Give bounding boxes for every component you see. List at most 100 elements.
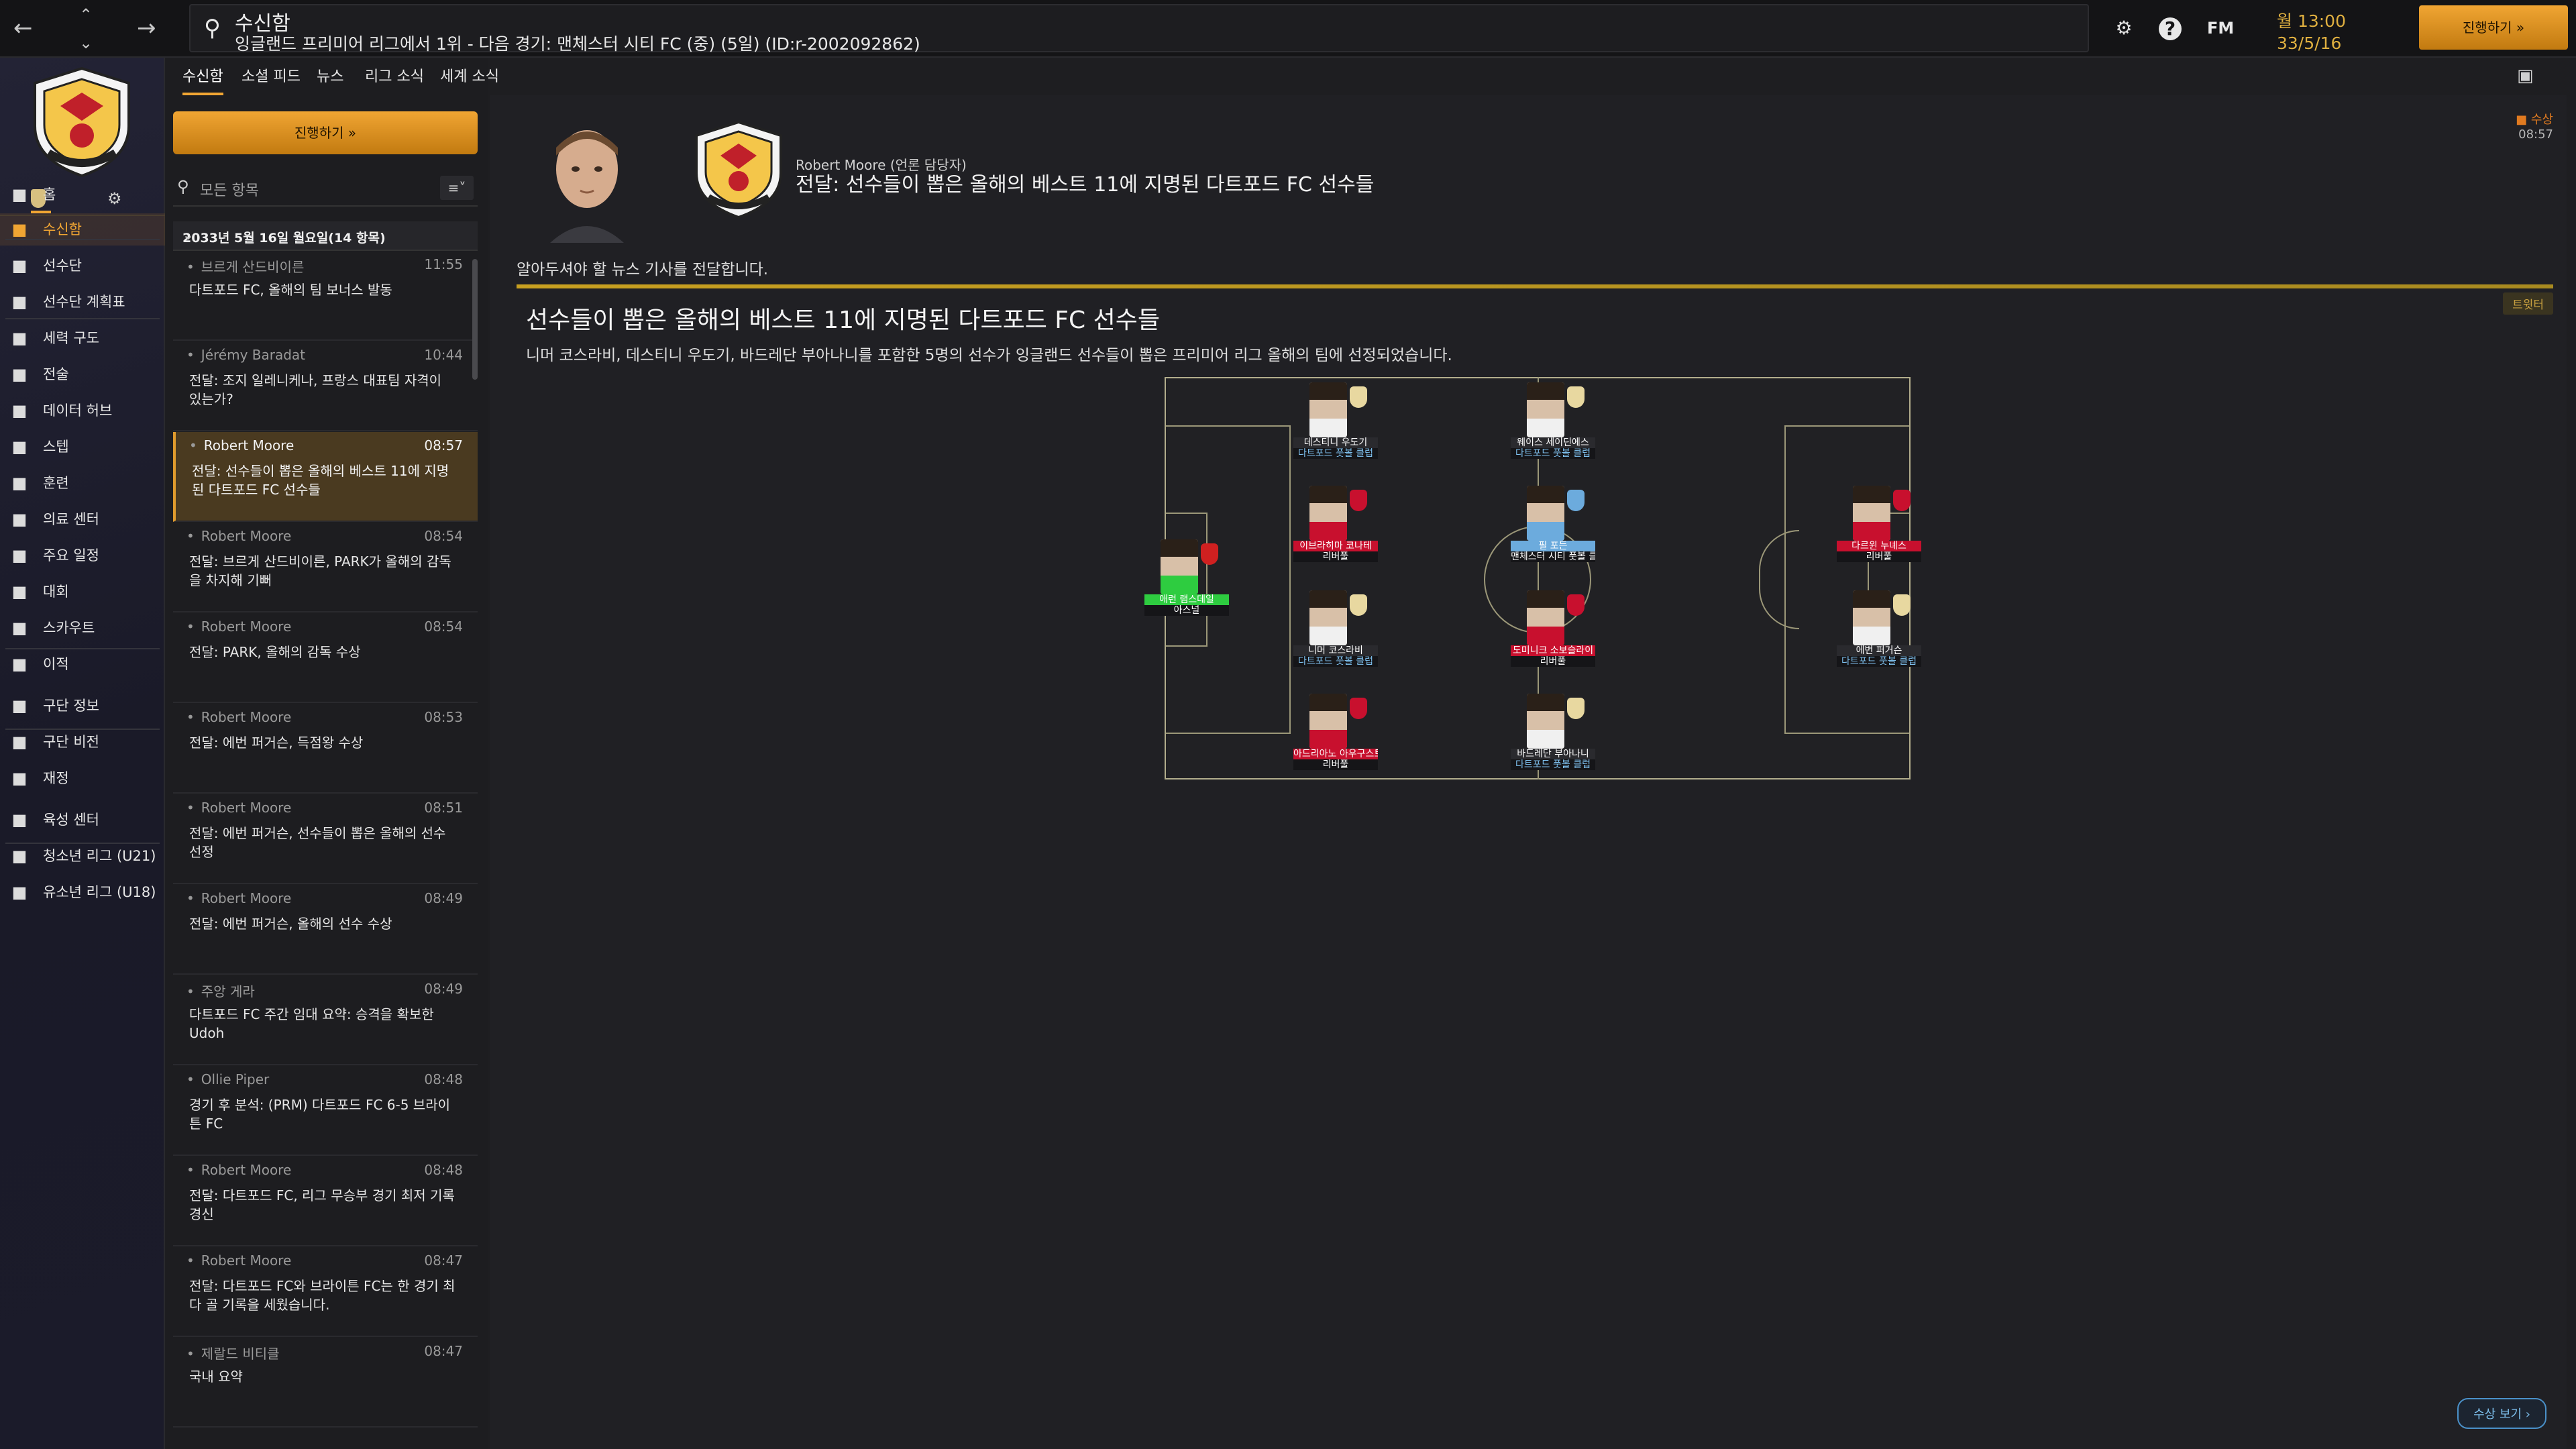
message-subject: 전달: 다트포드 FC와 브라이튼 FC는 한 경기 최다 골 기록을 세웠습니… [189, 1278, 455, 1313]
tab-inbox[interactable]: 수신함 [182, 64, 223, 95]
fm-logo[interactable]: FM [2207, 19, 2234, 38]
tab-league-news[interactable]: 리그 소식 [365, 64, 424, 86]
tab-world-news[interactable]: 세계 소식 [440, 64, 499, 86]
player-shirt [1309, 522, 1347, 541]
inbox-message[interactable]: Robert Moore 08:53 전달: 에번 퍼거슨, 득점왕 수상 [173, 704, 478, 794]
inbox-message[interactable]: Robert Moore 08:57 전달: 선수들이 뽑은 올해의 베스트 11에… [173, 432, 478, 522]
sidebar-item-inbox[interactable]: ■ 수신함 [0, 213, 165, 246]
player-shirt [1161, 576, 1198, 594]
message-sender: 브르게 산드비이른 [186, 256, 305, 276]
sidebar-item-calendar[interactable]: ■ 주요 일정 [0, 539, 165, 572]
message-subject: 국내 요약 [189, 1368, 243, 1385]
article-title: 선수들이 뽑은 올해의 베스트 11에 지명된 다트포드 FC 선수들 [526, 307, 1160, 334]
sidebar-item-medical[interactable]: ■ 의료 센터 [0, 503, 165, 535]
sidebar-item-label: 데이터 허브 [43, 402, 113, 419]
inbox-message[interactable]: Jérémy Baradat 10:44 전달: 조지 일레니케나, 프랑스 대표팀… [173, 341, 478, 431]
player-card[interactable]: 에번 퍼거슨 다트포드 풋볼 클럽 [1837, 590, 1921, 667]
sidebar-item-trophy[interactable]: ■ 대회 [0, 576, 165, 608]
player-name: 데스티니 우도기 [1293, 437, 1378, 448]
sidebar-item-finance[interactable]: ■ 재정 [0, 762, 165, 794]
scout-icon: ■ [11, 619, 28, 637]
help-icon[interactable]: ? [2159, 17, 2182, 40]
message-time: 08:57 [2518, 127, 2553, 142]
player-card[interactable]: 웨이스 세이딘에스 다트포드 풋볼 클럽 [1511, 382, 1595, 459]
player-card[interactable]: 데스티니 우도기 다트포드 풋볼 클럽 [1293, 382, 1378, 459]
sidebar-item-shirt[interactable]: ■ 선수단 [0, 250, 165, 282]
club-badge-icon[interactable] [28, 66, 136, 178]
date-display[interactable]: 월 13:00 33/5/16 [2265, 5, 2399, 53]
sidebar-item-clipboard[interactable]: ■ 선수단 계획표 [0, 286, 165, 318]
continue-button[interactable]: 진행하기 » [2419, 5, 2568, 50]
chevron-down-icon[interactable]: ⌄ [182, 227, 470, 243]
message-category: ■ 수상 [2516, 110, 2553, 127]
message-time: 08:54 [424, 619, 463, 635]
inbox-filter[interactable]: ⚲ 모든 항목 ≡˅ [173, 169, 478, 207]
search-bar[interactable]: ⚲ 수신함 잉글랜드 프리미어 리그에서 1위 - 다음 경기: 맨체스터 시티… [189, 4, 2089, 54]
inbox-message[interactable]: Robert Moore 08:54 전달: PARK, 올해의 감독 수상 [173, 613, 478, 703]
player-card[interactable]: 다르윈 누녜스 리버풀 [1837, 486, 1921, 562]
message-time: 08:57 [424, 437, 463, 453]
club-crest-icon [1567, 698, 1585, 719]
inbox-message[interactable]: 제랄드 비티클 08:47 국내 요약 [173, 1338, 478, 1428]
inbox-message[interactable]: 주앙 게라 08:49 다트포드 FC 주간 임대 요약: 승격을 확보한 Udoh [173, 975, 478, 1065]
message-subject: 전달: 에번 퍼거슨, 득점왕 수상 [189, 735, 364, 751]
player-club: 리버풀 [1511, 656, 1595, 667]
player-card[interactable]: 바드레단 부아나니 다트포드 풋볼 클럽 [1511, 694, 1595, 770]
fullscreen-icon[interactable]: ▣ [2517, 66, 2534, 86]
sidebar-item-training[interactable]: ■ 훈련 [0, 467, 165, 499]
current-date: 33/5/16 [2277, 34, 2342, 53]
inbox-scrollbar[interactable] [472, 259, 478, 380]
chevron-down-icon[interactable]: ⌄ [79, 30, 93, 56]
inbox-message[interactable]: Robert Moore 08:54 전달: 브르게 산드비이른, PARK가 올해… [173, 523, 478, 612]
inbox-message[interactable]: Robert Moore 08:49 전달: 에번 퍼거슨, 올해의 선수 수상 [173, 885, 478, 975]
player-name: 이브라히마 코나테 [1293, 541, 1378, 551]
player-card[interactable]: 이브라히마 코나테 리버풀 [1293, 486, 1378, 562]
calendar-icon: ■ [11, 546, 28, 565]
message-subject: 전달: 에번 퍼거슨, 선수들이 뽑은 올해의 선수 선정 [189, 825, 446, 860]
sidebar-item-staff[interactable]: ■ 스텝 [0, 431, 165, 463]
sidebar: ⚙ ■ 홈 ■ 수신함 ■ 선수단 ■ 선수단 계획표 ■ 세력 구도 ■ 전술 ■ 데이터 허브 ■ 스텝 ■… [0, 58, 165, 1449]
sidebar-item-data[interactable]: ■ 데이터 허브 [0, 394, 165, 427]
sidebar-item-transfer[interactable]: ■ 이적 [0, 648, 165, 680]
sidebar-item-label: 청소년 리그 (U21) [43, 848, 156, 864]
show-prize-button[interactable]: 수상 보기 › [2457, 1398, 2546, 1429]
chevron-up-icon[interactable]: ⌃ [79, 1, 93, 28]
current-time: 월 13:00 [2277, 11, 2346, 31]
settings-icon[interactable]: ⚙ [2110, 15, 2137, 42]
club-badge-icon [695, 120, 782, 219]
player-card[interactable]: 니머 코스라비 다트포드 풋볼 클럽 [1293, 590, 1378, 667]
inbox-message[interactable]: Robert Moore 08:48 전달: 다트포드 FC, 리그 무승부 경기 … [173, 1157, 478, 1246]
tab-social-feed[interactable]: 소셜 피드 [241, 64, 301, 86]
player-card[interactable]: 애런 램스데일 아스널 [1144, 539, 1229, 616]
player-card[interactable]: 도미니크 소보슬라이 리버풀 [1511, 590, 1595, 667]
sidebar-item-home[interactable]: ■ 홈 [0, 178, 165, 211]
home-icon: ■ [11, 185, 28, 204]
player-card[interactable]: 아드리아노 아우구스토 리버풀 [1293, 694, 1378, 770]
sidebar-item-label: 주요 일정 [43, 547, 99, 564]
continue-inbox-button[interactable]: 진행하기 » [173, 111, 478, 154]
filter-menu-button[interactable]: ≡˅ [440, 176, 474, 200]
club-crest-icon [1567, 386, 1585, 408]
inbox-message[interactable]: Ollie Piper 08:48 경기 후 분석: (PRM) 다트포드 FC 6… [173, 1066, 478, 1156]
forward-arrow-icon[interactable]: → [137, 15, 156, 42]
sidebar-item-u18[interactable]: ■ 유소년 리그 (U18) [0, 876, 165, 908]
inbox-message[interactable]: Robert Moore 08:47 전달: 다트포드 FC와 브라이튼 FC는 한… [173, 1247, 478, 1337]
back-arrow-icon[interactable]: ← [13, 15, 33, 42]
inbox-message[interactable]: Robert Moore 08:51 전달: 에번 퍼거슨, 선수들이 뽑은 올해의… [173, 794, 478, 884]
player-card[interactable]: 필 포든맨체스터 시티 풋볼 클럽 [1511, 486, 1595, 562]
sidebar-item-scout[interactable]: ■ 스카우트 [0, 612, 165, 644]
club-crest-icon [1350, 594, 1367, 616]
sidebar-item-development[interactable]: ■ 육성 센터 [0, 804, 165, 836]
sidebar-item-label: 유소년 리그 (U18) [43, 884, 156, 900]
inbox-message[interactable]: 브르게 산드비이른 11:55 다트포드 FC, 올해의 팀 보너스 발동 [173, 251, 478, 341]
player-photo [1309, 590, 1347, 645]
sidebar-item-vision[interactable]: ■ 구단 비전 [0, 726, 165, 758]
date-group-header[interactable]: 2033년 5월 16일 월요일(14 항목) ⌄ [173, 221, 478, 251]
message-subject: 전달: PARK, 올해의 감독 수상 [189, 644, 361, 660]
sidebar-item-u21[interactable]: ■ 청소년 리그 (U21) [0, 840, 165, 872]
message-subject: 전달: 다트포드 FC, 리그 무승부 경기 최저 기록 경신 [189, 1187, 455, 1222]
tab-news[interactable]: 뉴스 [317, 64, 343, 86]
sidebar-item-dynamics[interactable]: ■ 세력 구도 [0, 322, 165, 354]
sidebar-item-shield[interactable]: ■ 구단 정보 [0, 690, 165, 722]
sidebar-item-tactics[interactable]: ■ 전술 [0, 358, 165, 390]
